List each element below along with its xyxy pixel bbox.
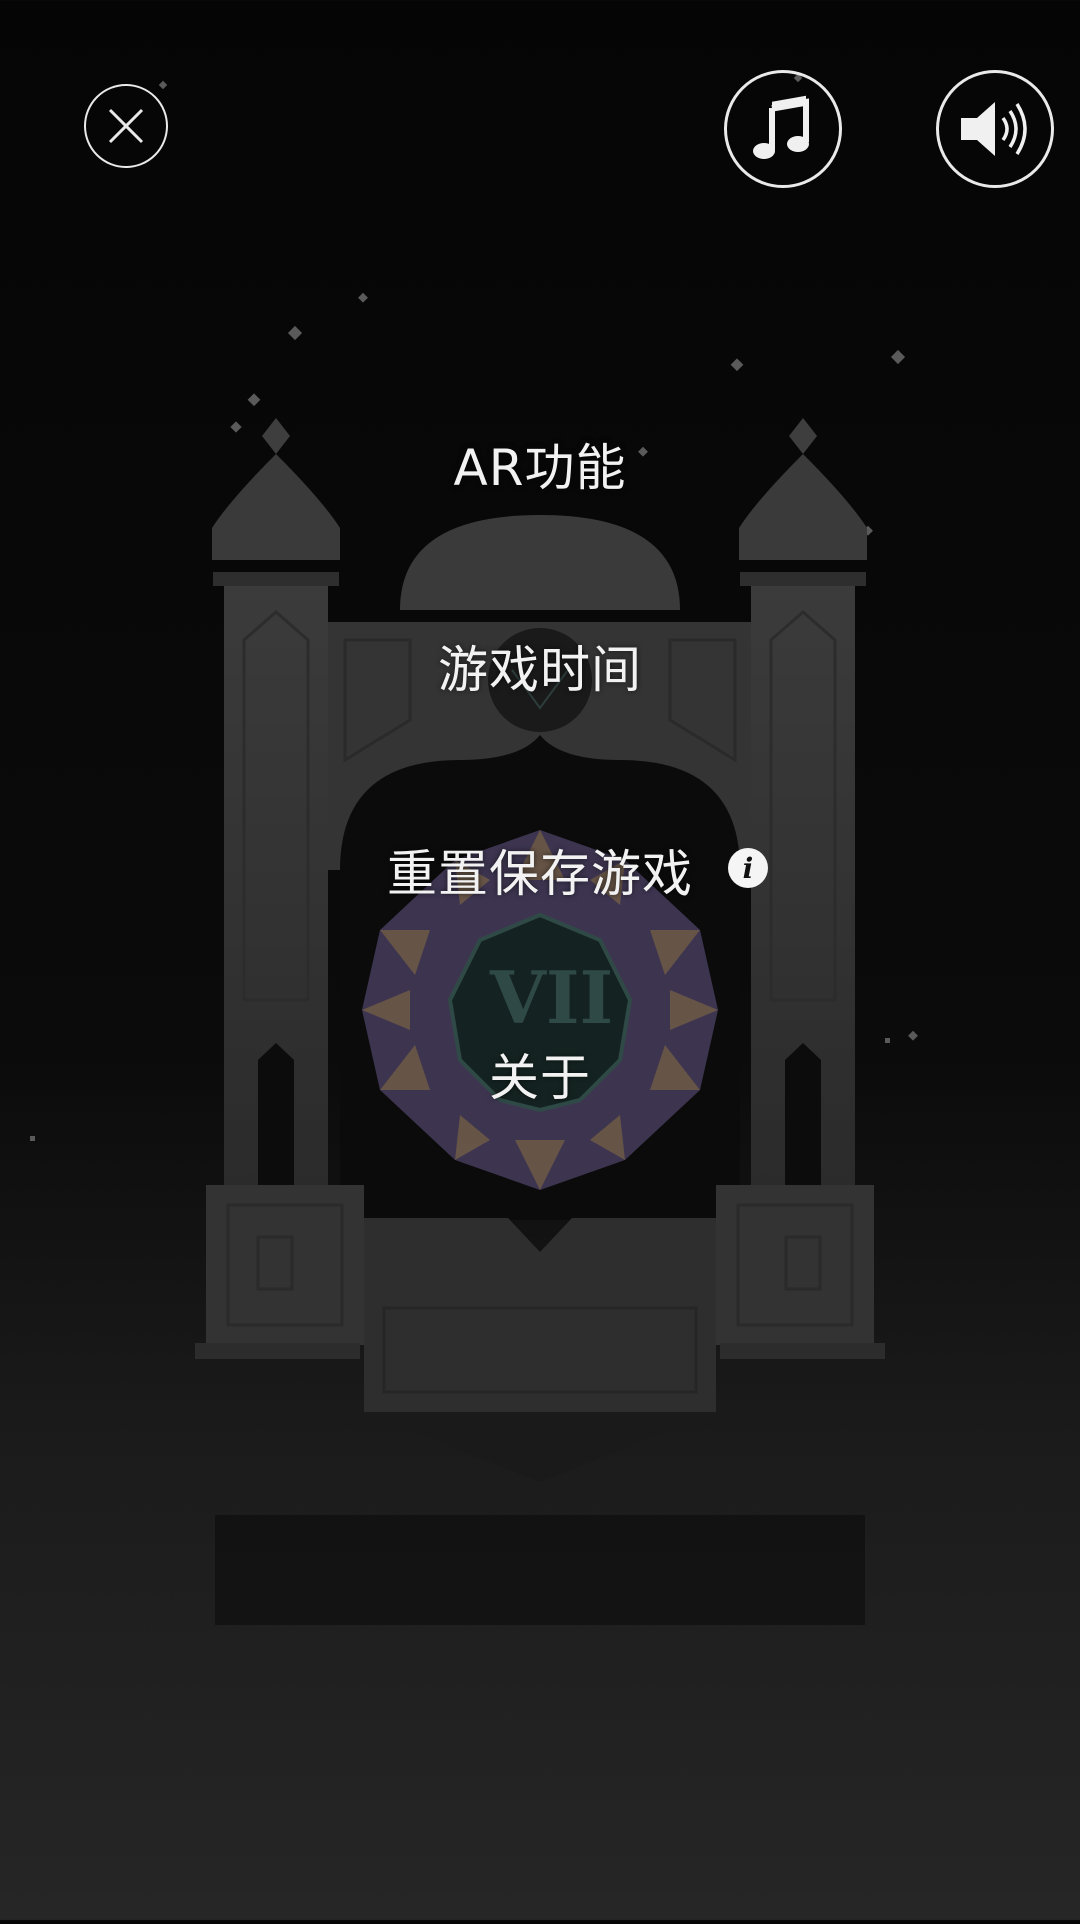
close-icon [108, 108, 144, 144]
emblem-numeral: VII [490, 955, 614, 1040]
menu-reset-save[interactable]: 重置保存游戏 [0, 834, 1080, 906]
monument-base [364, 1218, 716, 1412]
close-button[interactable] [84, 84, 168, 168]
game-scene: VII AR功能 游戏时间 重置保存游戏 i 关于 [0, 0, 1080, 1920]
menu-ar-feature[interactable]: AR功能 [0, 428, 1080, 500]
menu-about[interactable]: 关于 [0, 1038, 1080, 1110]
sound-toggle-button[interactable] [936, 70, 1054, 188]
music-note-icon [753, 95, 809, 159]
menu-playtime[interactable]: 游戏时间 [0, 630, 1080, 702]
music-toggle-button[interactable] [724, 70, 842, 188]
speaker-volume-icon [961, 102, 1027, 156]
info-icon[interactable]: i [728, 848, 768, 888]
ground-shadow [215, 1515, 865, 1625]
center-dome [400, 515, 680, 610]
